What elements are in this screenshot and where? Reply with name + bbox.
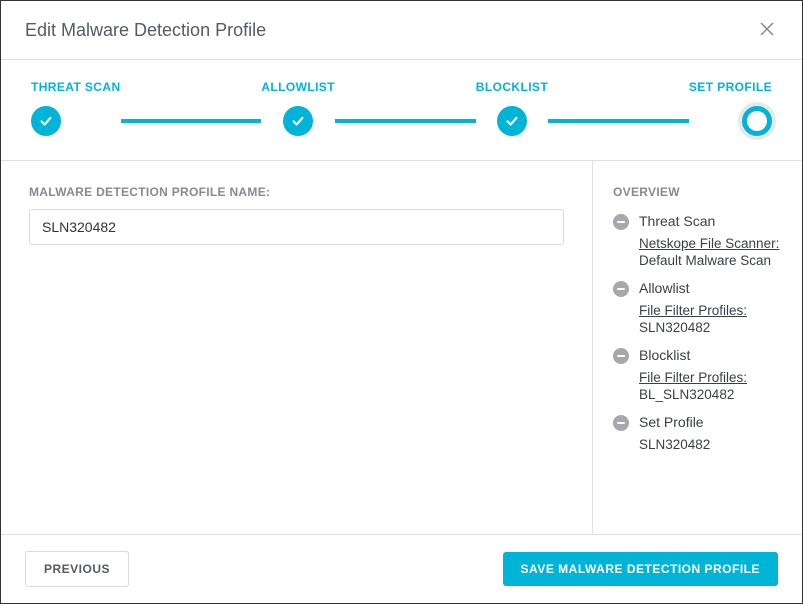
- stepper-connector: [335, 119, 476, 123]
- form-panel: MALWARE DETECTION PROFILE NAME:: [1, 161, 592, 534]
- overview-item-details: File Filter Profiles: SLN320482: [639, 303, 782, 335]
- step-set-profile[interactable]: SET PROFILE: [689, 80, 772, 136]
- step-complete-icon: [497, 106, 527, 136]
- overview-item-title: Threat Scan: [639, 213, 715, 229]
- modal-header: Edit Malware Detection Profile: [1, 1, 802, 60]
- step-allowlist[interactable]: ALLOWLIST: [261, 80, 335, 136]
- stepper-connector: [121, 119, 262, 123]
- step-label: BLOCKLIST: [476, 80, 548, 94]
- overview-item-details: Netskope File Scanner: Default Malware S…: [639, 236, 782, 268]
- step-label: SET PROFILE: [689, 80, 772, 94]
- minus-circle-icon: [613, 415, 629, 431]
- step-complete-icon: [31, 106, 61, 136]
- close-button[interactable]: [756, 17, 778, 43]
- stepper: THREAT SCAN ALLOWLIST BLOCKLIST SET PROF…: [1, 60, 802, 161]
- step-threat-scan[interactable]: THREAT SCAN: [31, 80, 121, 136]
- minus-circle-icon: [613, 214, 629, 230]
- modal-footer: PREVIOUS SAVE MALWARE DETECTION PROFILE: [1, 534, 802, 603]
- minus-circle-icon: [613, 281, 629, 297]
- stepper-connector: [548, 119, 689, 123]
- modal-title: Edit Malware Detection Profile: [25, 20, 266, 41]
- overview-item-blocklist: Blocklist: [613, 347, 782, 364]
- overview-link[interactable]: File Filter Profiles:: [639, 303, 782, 318]
- step-label: THREAT SCAN: [31, 80, 121, 94]
- overview-value: Default Malware Scan: [639, 253, 782, 268]
- step-complete-icon: [283, 106, 313, 136]
- overview-value: SLN320482: [639, 320, 782, 335]
- modal-body: MALWARE DETECTION PROFILE NAME: OVERVIEW…: [1, 161, 802, 534]
- profile-name-label: MALWARE DETECTION PROFILE NAME:: [29, 185, 564, 199]
- overview-item-set-profile: Set Profile: [613, 414, 782, 431]
- close-icon: [760, 20, 774, 40]
- overview-item-title: Set Profile: [639, 414, 704, 430]
- overview-item-details: SLN320482: [639, 437, 782, 452]
- profile-name-input[interactable]: [29, 209, 564, 245]
- previous-button[interactable]: PREVIOUS: [25, 551, 129, 587]
- edit-profile-modal: Edit Malware Detection Profile THREAT SC…: [0, 0, 803, 604]
- overview-value: SLN320482: [639, 437, 782, 452]
- overview-value: BL_SLN320482: [639, 387, 782, 402]
- save-button[interactable]: SAVE MALWARE DETECTION PROFILE: [503, 552, 778, 586]
- overview-item-title: Blocklist: [639, 347, 690, 363]
- step-blocklist[interactable]: BLOCKLIST: [476, 80, 548, 136]
- overview-heading: OVERVIEW: [613, 185, 782, 199]
- overview-link[interactable]: Netskope File Scanner:: [639, 236, 782, 251]
- step-active-icon: [742, 106, 772, 136]
- overview-link[interactable]: File Filter Profiles:: [639, 370, 782, 385]
- overview-item-details: File Filter Profiles: BL_SLN320482: [639, 370, 782, 402]
- overview-item-allowlist: Allowlist: [613, 280, 782, 297]
- overview-item-title: Allowlist: [639, 280, 690, 296]
- minus-circle-icon: [613, 348, 629, 364]
- step-label: ALLOWLIST: [261, 80, 335, 94]
- overview-item-threat-scan: Threat Scan: [613, 213, 782, 230]
- overview-panel: OVERVIEW Threat Scan Netskope File Scann…: [592, 161, 802, 534]
